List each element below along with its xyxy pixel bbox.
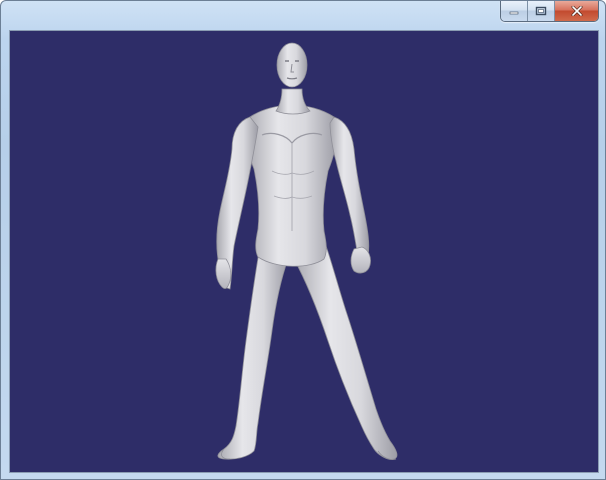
maximize-button[interactable] xyxy=(528,1,555,21)
close-icon xyxy=(571,6,583,16)
close-button[interactable] xyxy=(555,1,598,21)
restore-icon xyxy=(535,6,547,16)
minimize-icon xyxy=(509,7,519,15)
human-figure-model xyxy=(215,42,398,460)
left-hand xyxy=(215,258,232,289)
right-leg xyxy=(293,245,398,460)
caption-buttons xyxy=(500,1,599,22)
right-arm xyxy=(329,116,370,258)
minimize-button[interactable] xyxy=(501,1,528,21)
app-window xyxy=(0,0,606,480)
3d-viewport[interactable] xyxy=(9,30,599,473)
right-hand xyxy=(350,246,371,274)
title-bar[interactable] xyxy=(1,1,605,30)
neck xyxy=(275,88,311,115)
